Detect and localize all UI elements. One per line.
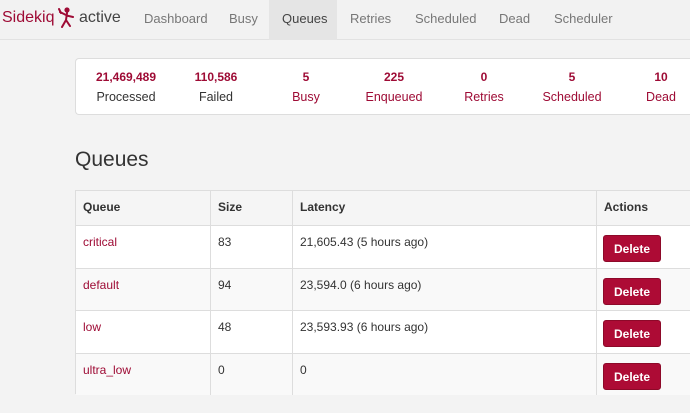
retries-count: 0 bbox=[480, 70, 488, 84]
dead-link[interactable]: Dead bbox=[636, 90, 686, 104]
header-size: Size bbox=[210, 191, 292, 225]
queue-latency: 23,594.0 (6 hours ago) bbox=[292, 269, 596, 310]
stat-failed: 110,586 Failed bbox=[176, 70, 256, 104]
page-title: Queues bbox=[75, 148, 149, 171]
stat-processed: 21,469,489 Processed bbox=[81, 70, 171, 104]
queue-size: 83 bbox=[210, 226, 292, 268]
delete-button[interactable]: Delete bbox=[603, 320, 661, 347]
retries-link[interactable]: Retries bbox=[449, 90, 519, 104]
failed-label: Failed bbox=[198, 90, 234, 104]
enqueued-link[interactable]: Enqueued bbox=[359, 90, 429, 104]
queue-size: 0 bbox=[210, 354, 292, 395]
sidekiq-status: active bbox=[79, 9, 121, 26]
table-row: critical 83 21,605.43 (5 hours ago) Dele… bbox=[76, 225, 690, 268]
queue-size: 48 bbox=[210, 311, 292, 353]
table-row: default 94 23,594.0 (6 hours ago) Delete bbox=[76, 268, 690, 310]
nav-queues[interactable]: Queues bbox=[269, 0, 337, 40]
stat-retries[interactable]: 0 Retries bbox=[449, 70, 519, 104]
delete-button[interactable]: Delete bbox=[603, 278, 661, 305]
busy-count: 5 bbox=[302, 70, 310, 84]
stat-enqueued[interactable]: 225 Enqueued bbox=[359, 70, 429, 104]
queue-size: 94 bbox=[210, 269, 292, 310]
queues-table: Queue Size Latency Actions critical 83 2… bbox=[75, 190, 690, 395]
nav-dashboard[interactable]: Dashboard bbox=[131, 0, 216, 40]
stat-scheduled[interactable]: 5 Scheduled bbox=[536, 70, 608, 104]
nav-dead[interactable]: Dead bbox=[487, 0, 541, 40]
table-row: ultra_low 0 0 Delete bbox=[76, 353, 690, 395]
nav-retries[interactable]: Retries bbox=[337, 0, 402, 40]
delete-button[interactable]: Delete bbox=[603, 363, 661, 390]
queue-link-ultra-low[interactable]: ultra_low bbox=[83, 363, 131, 377]
table-row: low 48 23,593.93 (6 hours ago) Delete bbox=[76, 310, 690, 353]
nav-scheduler[interactable]: Scheduler bbox=[541, 0, 626, 40]
queue-latency: 0 bbox=[292, 354, 596, 395]
processed-count: 21,469,489 bbox=[95, 70, 157, 84]
scheduled-link[interactable]: Scheduled bbox=[536, 90, 608, 104]
stat-dead[interactable]: 10 Dead bbox=[636, 70, 686, 104]
brand-link[interactable]: Sidekiq bbox=[2, 9, 54, 27]
processed-label: Processed bbox=[96, 90, 156, 104]
scheduled-count: 5 bbox=[568, 70, 576, 84]
enqueued-count: 225 bbox=[383, 70, 405, 84]
queue-latency: 21,605.43 (5 hours ago) bbox=[292, 226, 596, 268]
queue-latency: 23,593.93 (6 hours ago) bbox=[292, 311, 596, 353]
delete-button[interactable]: Delete bbox=[603, 235, 661, 262]
header-queue: Queue bbox=[83, 200, 121, 214]
table-header-row: Queue Size Latency Actions bbox=[76, 191, 690, 225]
summary-bar: 21,469,489 Processed 110,586 Failed 5 Bu… bbox=[75, 58, 690, 115]
stat-busy[interactable]: 5 Busy bbox=[271, 70, 341, 104]
busy-link[interactable]: Busy bbox=[271, 90, 341, 104]
queue-link-default[interactable]: default bbox=[83, 278, 119, 292]
failed-count: 110,586 bbox=[194, 70, 238, 84]
navbar: Sidekiq active Dashboard Busy Queues Ret… bbox=[0, 0, 690, 40]
header-actions: Actions bbox=[596, 191, 690, 225]
nav-scheduled[interactable]: Scheduled bbox=[402, 0, 487, 40]
dead-count: 10 bbox=[654, 70, 668, 84]
ninja-icon bbox=[58, 7, 74, 28]
queue-link-critical[interactable]: critical bbox=[83, 235, 117, 249]
nav-busy[interactable]: Busy bbox=[216, 0, 269, 40]
header-latency: Latency bbox=[292, 191, 596, 225]
queue-link-low[interactable]: low bbox=[83, 320, 101, 334]
